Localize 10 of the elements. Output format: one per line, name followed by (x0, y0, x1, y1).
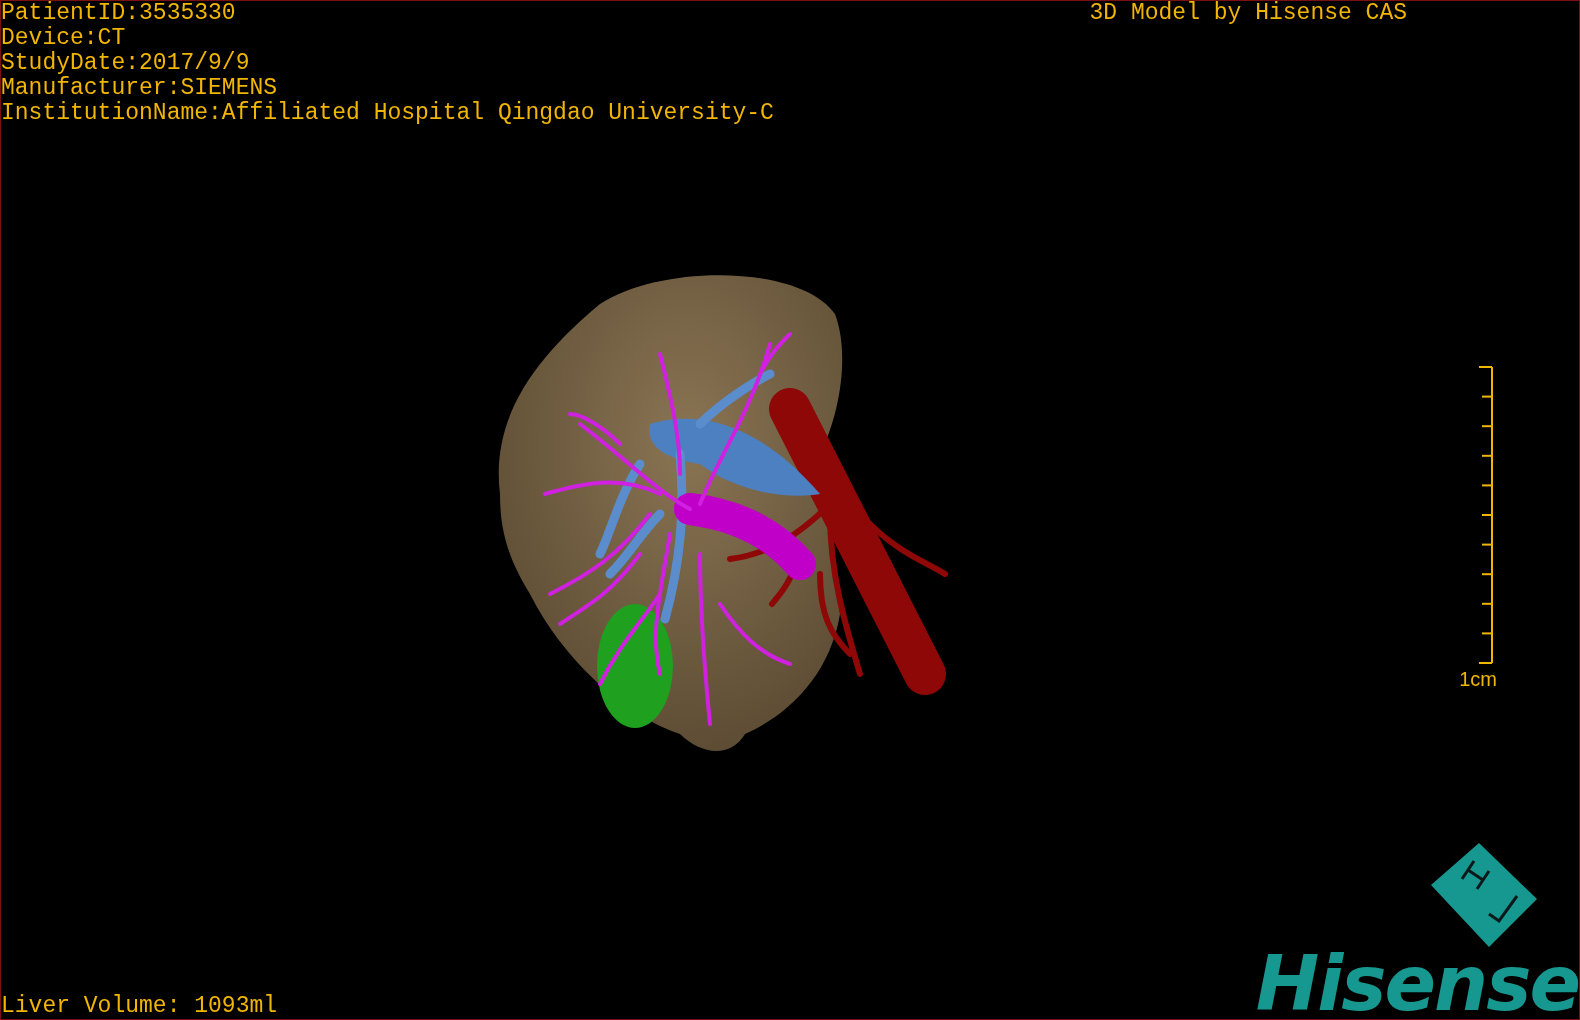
info-line: PatientID:3535330 (1, 1, 237, 26)
info-line: Device:CT (1, 26, 127, 51)
info-line: Manufacturer:SIEMENS (1, 76, 279, 101)
info-line: StudyDate:2017/9/9 (1, 51, 251, 76)
header-title: 3D Model by Hisense CAS (1089, 1, 1407, 28)
scale-label: 1cm (1459, 668, 1497, 690)
liver-volume-text: Liver Volume: 1093ml (1, 994, 278, 1019)
info-line: InstitutionName:Affiliated Hospital Qingdao University-C (1, 101, 774, 126)
logo-cube-icon (1429, 841, 1539, 949)
logo-text: Hisense (1255, 949, 1579, 1019)
